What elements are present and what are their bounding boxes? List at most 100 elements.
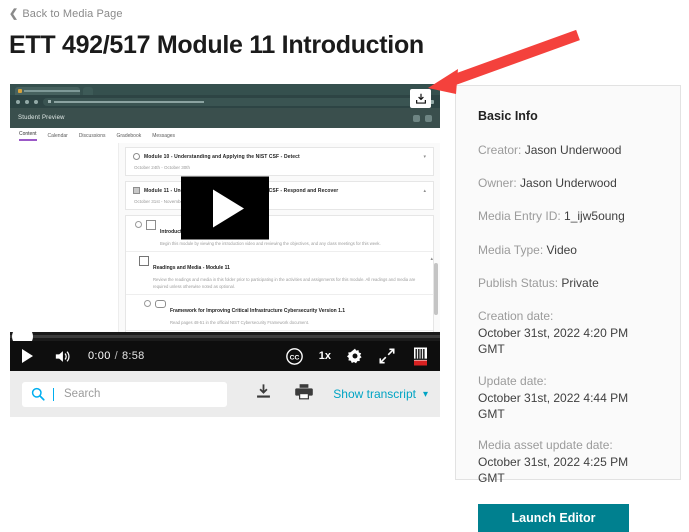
play-icon (212, 189, 244, 227)
info-field-media-asset-update-date: Media asset update date: October 31st, 2… (478, 437, 658, 487)
info-value: 1_ijw5oung (564, 209, 625, 224)
transcript-actions (255, 383, 313, 405)
basic-info-heading: Basic Info (478, 109, 538, 123)
download-transcript-button[interactable] (255, 383, 272, 405)
search-box[interactable] (22, 381, 227, 407)
screencast-app-title: Student Preview (18, 115, 65, 121)
closed-caption-icon: CC (285, 347, 303, 365)
list-item-desc: Read pages 48-51 in the official NIST Cy… (170, 319, 310, 325)
kaltura-logo[interactable] (413, 347, 428, 366)
kaltura-brand-icon (414, 347, 427, 365)
info-label: Publish Status: (478, 275, 559, 290)
screencast-nav-tabs: Content Calendar Discussions Gradebook M… (10, 128, 440, 144)
screencast-tab-discussions: Discussions (78, 132, 106, 139)
module-dates: October 24th - October 30th (134, 165, 191, 170)
print-icon (295, 384, 313, 400)
captions-button[interactable]: CC (285, 347, 303, 365)
info-field-publish-status: Publish Status: Private (478, 275, 658, 291)
list-item-title: Framework for Improving Critical Infrast… (170, 307, 346, 314)
screencast-browser-tab (15, 87, 80, 95)
info-label: Media Type: (478, 242, 544, 257)
module-header: Module 11 - Understanding and Applying t… (133, 187, 426, 194)
launch-editor-button[interactable]: Launch Editor (478, 503, 629, 532)
info-label: Owner: (478, 176, 517, 191)
download-button[interactable] (410, 89, 431, 108)
chevron-up-icon: ▴ (430, 256, 433, 263)
screencast-browser-tabstrip (10, 84, 440, 95)
info-label: Update date: (478, 373, 547, 388)
info-field-creator: Creator: Jason Underwood (478, 142, 658, 158)
back-to-media-page-link[interactable]: ❮ Back to Media Page (9, 8, 123, 20)
screencast-app-icons (413, 114, 432, 122)
progress-scrubber[interactable] (10, 326, 440, 347)
screencast-course-content: Module 10 - Understanding and Applying t… (119, 143, 440, 332)
url-field (43, 97, 418, 106)
url-text-placeholder (54, 100, 204, 103)
player-controls: 0:00 / 8:58 CC 1x (10, 341, 440, 371)
fullscreen-button[interactable] (379, 348, 395, 364)
lock-icon (48, 100, 51, 103)
module-header: Module 10 - Understanding and Applying t… (133, 153, 426, 160)
status-circle-icon (144, 299, 151, 307)
module-card: Module 10 - Understanding and Applying t… (125, 147, 434, 176)
list-item-desc: Begin this module by viewing the introdu… (160, 241, 381, 246)
screencast-tab-content: Content (19, 131, 37, 141)
info-field-update-date: Update date: October 31st, 2022 4:44 PM … (478, 373, 658, 423)
print-transcript-button[interactable] (295, 383, 313, 405)
module-items-list: Introduction and Objectives - Module 11 … (125, 215, 434, 332)
screencast-url-bar (10, 95, 440, 108)
search-input[interactable] (62, 387, 196, 401)
info-label: Media Entry ID: (478, 209, 561, 224)
play-button[interactable] (22, 349, 33, 363)
info-icon (413, 114, 420, 122)
list-item-desc: Review the readings and media in this fo… (153, 277, 416, 289)
video-viewport[interactable]: Student Preview Content Calendar Discuss… (10, 84, 440, 332)
current-time: 0:00 (88, 350, 111, 362)
play-overlay-button[interactable] (181, 176, 269, 240)
chevron-up-icon: ▴ (423, 187, 426, 194)
info-value: October 31st, 2022 4:20 PM GMT (478, 326, 629, 357)
transcript-toolbar: Show transcript ▾ (10, 371, 440, 417)
module-title: Module 10 - Understanding and Applying t… (144, 153, 300, 160)
progress-track (10, 335, 440, 338)
basic-info-card: Basic Info Creator: Jason Underwood Owne… (455, 85, 681, 532)
list-item-title: Readings and Media - Module 11 (153, 265, 230, 272)
screencast-tab-gradebook: Gradebook (116, 132, 142, 139)
back-link-label: Back to Media Page (22, 8, 123, 20)
media-player: Student Preview Content Calendar Discuss… (10, 84, 440, 417)
notes-icon (425, 114, 432, 122)
screencast-app-bar: Student Preview (10, 108, 440, 128)
favicon-icon (18, 89, 22, 93)
list-item: Framework for Improving Critical Infrast… (126, 295, 433, 332)
info-field-owner: Owner: Jason Underwood (478, 175, 658, 191)
list-item: Readings and Media - Module 11 Review th… (126, 252, 433, 295)
tab-title-placeholder (24, 90, 80, 92)
settings-button[interactable] (347, 348, 363, 364)
forward-arrow-icon (25, 99, 29, 104)
show-transcript-toggle[interactable]: Show transcript ▾ (333, 387, 428, 401)
info-label: Media asset update date: (478, 438, 613, 453)
chevron-left-icon: ❮ (9, 7, 19, 20)
search-icon (31, 387, 45, 401)
duration: 8:58 (121, 350, 145, 362)
status-circle-icon (133, 153, 140, 160)
status-circle-icon (135, 221, 142, 228)
chevron-down-icon: ▾ (423, 153, 426, 160)
volume-button[interactable] (54, 349, 71, 364)
status-square-icon (133, 187, 140, 194)
reload-icon (34, 99, 38, 104)
screencast-tab-calendar: Calendar (47, 132, 68, 139)
playback-speed-button[interactable]: 1x (319, 350, 331, 362)
info-value: October 31st, 2022 4:25 PM GMT (478, 455, 629, 486)
folder-icon (139, 256, 149, 267)
info-value: Private (561, 275, 599, 290)
page-title: ETT 492/517 Module 11 Introduction (9, 31, 424, 59)
info-value: Jason Underwood (524, 143, 622, 157)
gear-icon (347, 348, 362, 364)
download-icon (415, 93, 426, 104)
info-field-creation-date: Creation date: October 31st, 2022 4:20 P… (478, 308, 658, 358)
list-item: Introduction and Objectives - Module 11 … (126, 216, 433, 253)
show-transcript-label: Show transcript (333, 387, 416, 401)
screencast-scrollbar (434, 263, 438, 315)
time-separator: / (114, 350, 118, 362)
